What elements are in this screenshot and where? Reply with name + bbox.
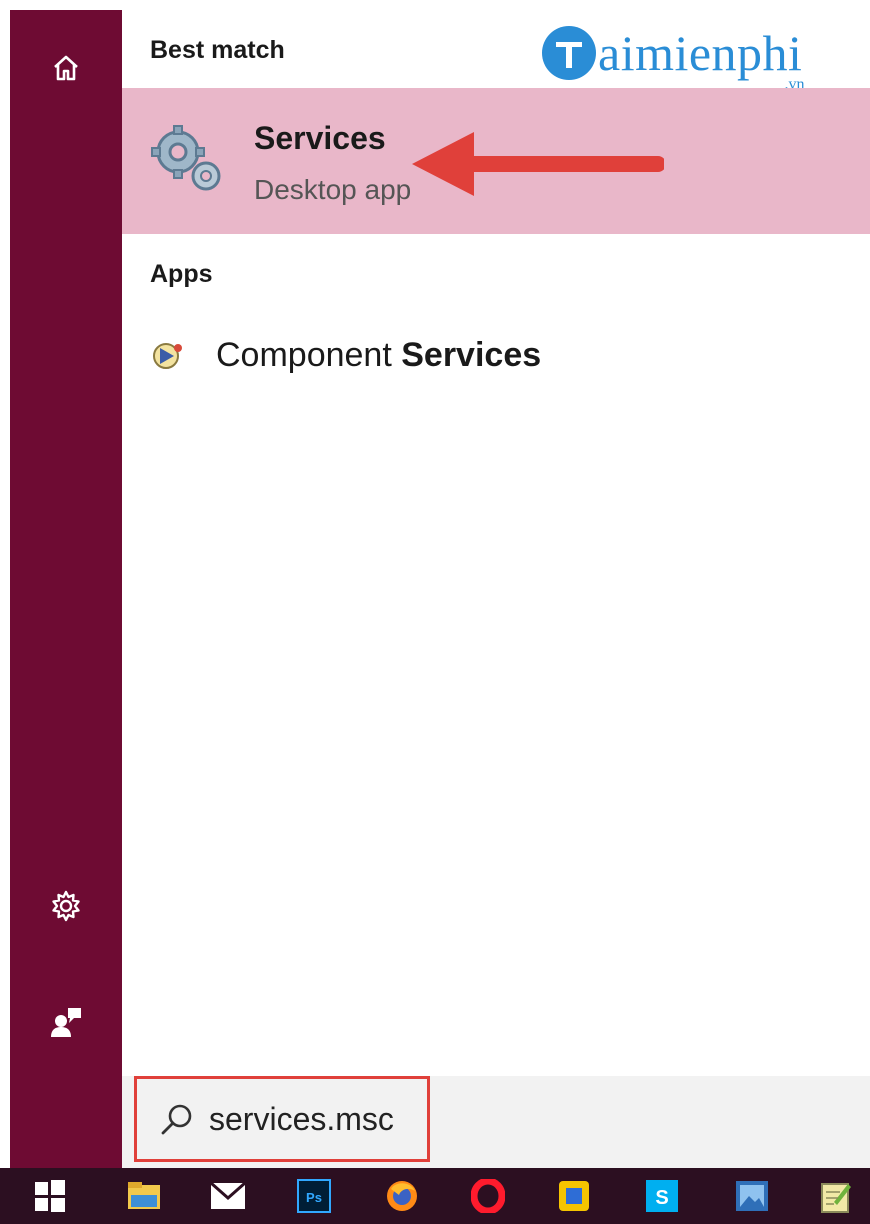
app-icon[interactable] bbox=[556, 1178, 592, 1214]
list-item-label: Component Services bbox=[216, 335, 542, 374]
best-match-title: Services bbox=[254, 120, 386, 156]
red-arrow-annotation bbox=[412, 132, 664, 196]
file-explorer-icon[interactable] bbox=[126, 1178, 162, 1214]
feedback-icon[interactable] bbox=[10, 990, 122, 1054]
skype-icon[interactable]: S bbox=[644, 1178, 680, 1214]
svg-text:Ps: Ps bbox=[306, 1190, 322, 1205]
watermark-t-logo bbox=[542, 26, 596, 80]
search-box[interactable] bbox=[134, 1076, 430, 1162]
best-match-heading: Best match bbox=[150, 36, 285, 64]
services-gear-icon bbox=[151, 125, 221, 191]
windows-start-icon[interactable] bbox=[32, 1178, 68, 1214]
search-input[interactable] bbox=[209, 1100, 419, 1138]
firefox-icon[interactable] bbox=[384, 1178, 420, 1214]
component-services-icon bbox=[153, 343, 182, 369]
mail-icon[interactable] bbox=[210, 1178, 246, 1214]
photos-icon[interactable] bbox=[734, 1178, 770, 1214]
best-match-subtitle: Desktop app bbox=[254, 174, 412, 205]
start-sidebar bbox=[10, 10, 122, 1168]
svg-text:S: S bbox=[655, 1187, 668, 1209]
notepad-icon[interactable] bbox=[818, 1178, 854, 1214]
gear-icon[interactable] bbox=[10, 874, 122, 938]
opera-icon[interactable] bbox=[470, 1178, 506, 1214]
search-bar bbox=[122, 1076, 870, 1168]
watermark-text: aimienphi bbox=[598, 25, 803, 81]
photoshop-icon[interactable]: Ps bbox=[296, 1178, 332, 1214]
best-match-item[interactable]: Services Desktop app bbox=[122, 88, 870, 234]
watermark-logo: aimienphi .vn bbox=[540, 16, 804, 93]
search-icon bbox=[161, 1104, 192, 1135]
home-icon[interactable] bbox=[10, 36, 122, 100]
taskbar: Ps S bbox=[0, 1168, 870, 1224]
list-item-component-services[interactable]: Component Services bbox=[122, 328, 870, 382]
search-results-panel: Best match aimienphi .vn Services Deskto… bbox=[122, 10, 870, 1168]
apps-heading: Apps bbox=[150, 260, 213, 288]
